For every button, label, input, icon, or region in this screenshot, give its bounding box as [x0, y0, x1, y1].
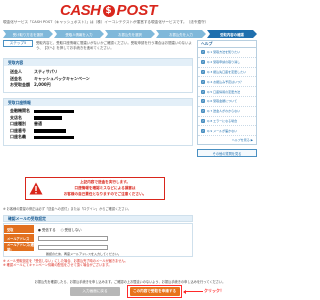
bank-info-panel: 受取口座情報 金融機関名 支店名 口座種別 普通 口座番号 口座名義 — [3, 98, 193, 146]
email-settings-heading: 確認メールの受取設定 — [3, 215, 193, 222]
receipt-details-panel: 受取内容 送金人 スティサパリ 送金名 キャッシュバックキャンペーン お受取金額… — [3, 58, 193, 93]
logo-dollar-icon: $ — [102, 4, 115, 17]
email-confirm-input[interactable] — [38, 244, 108, 250]
redacted-value — [34, 109, 74, 113]
detail-label: 送金人 — [10, 69, 22, 75]
guide-text: 受取内容と、受取口座情報に間違いがないかご確認ください。受取申請を行う場合はお間… — [36, 41, 192, 50]
warning-icon — [26, 178, 46, 199]
question-icon: ? — [201, 118, 205, 123]
red-note-2: ※ 確認メールにてキャンペーン情報の配信をさせて頂く場合がございます。 — [3, 263, 112, 268]
warning-line-1: 上記内容で送金を実行します。 — [80, 180, 130, 185]
warning-box: 上記内容で送金を実行します。 口座情報を確認ミスなどによる損害は お客様の自己責… — [25, 177, 165, 200]
other-questions-button[interactable]: その他の質問を見る — [197, 149, 257, 158]
next-button-highlight: この内容で受取を申請する — [127, 285, 182, 298]
question-icon: ? — [201, 79, 205, 84]
receive-option-yes[interactable]: ● 受信する — [38, 227, 56, 232]
receive-option-yes-label: 受信する — [42, 227, 56, 232]
red-notes: ※ メール受取設定を「受信しない」にした場合、お振込完了時のメールが届きません。… — [3, 259, 193, 267]
detail-label: 送金名 — [10, 75, 22, 81]
redacted-value — [34, 129, 66, 133]
help-item[interactable]: ? Q.4 お振込み予定はいつ？ — [198, 77, 256, 88]
question-icon: ? — [201, 60, 205, 65]
detail-value: 2,000円 — [34, 82, 51, 88]
help-item[interactable]: ? Q.9 メールが届かない — [198, 126, 256, 137]
back-to-input-button[interactable]: 入力画面に戻る — [70, 287, 120, 296]
click-annotation: クリック！ — [204, 288, 224, 293]
step-4: お振込先を入力 — [156, 30, 206, 38]
logo-brand-right: POST — [116, 2, 158, 19]
question-icon: ? — [201, 50, 205, 55]
bank-info-heading: 受取口座情報 — [4, 99, 192, 106]
receive-label: 受取 — [4, 225, 34, 233]
question-icon: ? — [201, 89, 205, 94]
step-5-current: 受取内容の確認 — [207, 30, 257, 38]
receive-option-no[interactable]: ○ 受信しない — [61, 227, 82, 232]
bank-label: 口座名義 — [10, 134, 26, 140]
intro-text: 現金化サービス「CASH POST（キャッシュポスト）」は（株）イーコンテクスト… — [3, 20, 209, 24]
detail-label: お受取金額 — [10, 82, 30, 88]
redacted-value — [34, 116, 62, 120]
warning-text: 上記内容で送金を実行します。 口座情報を確認ミスなどによる損害は お客様の自己責… — [46, 178, 164, 199]
help-item-label: Q.4 お振込み予定はいつ？ — [207, 79, 244, 84]
bank-label: 金融機関名 — [10, 108, 30, 114]
email-label: メールアドレス — [4, 234, 34, 242]
detail-value: キャッシュバックキャンペーン — [34, 75, 90, 81]
help-item-label: Q.1 受取方法を知りたい — [207, 50, 241, 55]
email-confirm-row: メールアドレス(確認) — [4, 243, 194, 252]
help-item-label: Q.7 送金人がわからない — [207, 109, 241, 114]
bottom-note: お振込先を確認したら、お振込手続きを申し込みます。ご確認の上お間違いのないよう、… — [34, 280, 226, 284]
bank-label: 口座種別 — [10, 121, 26, 127]
help-item[interactable]: ? Q.8 エラーになる場合 — [198, 117, 256, 127]
step-1: 受け取り方法を選択 — [3, 30, 53, 38]
question-icon: ? — [201, 99, 205, 104]
help-box: ヘルプ ? Q.1 受取方法を知りたい ? Q.2 受取申請の取り消し ? Q.3 振… — [197, 40, 257, 146]
redacted-value — [34, 135, 74, 139]
receive-option-no-label: 受信しない — [64, 227, 82, 232]
help-item[interactable]: ? Q.6 受取金額について — [198, 97, 256, 107]
warning-line-3: お客様の自己責任となりますのでご注意ください。 — [63, 191, 147, 196]
detail-value: スティサパリ — [34, 69, 58, 75]
help-heading: ヘルプ — [198, 41, 256, 48]
question-icon: ? — [201, 109, 205, 114]
help-item-label: Q.3 振込先口座を変更したい — [207, 69, 247, 74]
help-item[interactable]: ? Q.7 送金人がわからない — [198, 107, 256, 117]
help-item-label: Q.8 エラーになる場合 — [207, 118, 238, 123]
logo-brand-left: CASH — [60, 2, 101, 19]
warning-line-2: 口座情報を確認ミスなどによる損害は — [74, 186, 136, 190]
step-tag: ステップ5 — [3, 40, 33, 47]
bank-label: 口座番号 — [10, 127, 26, 133]
email-confirm-label: メールアドレス(確認) — [4, 243, 34, 252]
help-item[interactable]: ? Q.2 受取申請の取り消し — [198, 58, 256, 68]
help-item-label: Q.5 口座情報の変更方法 — [207, 89, 241, 94]
bank-value: 普通 — [34, 121, 42, 127]
help-item-label: Q.9 メールが届かない — [207, 128, 238, 133]
click-arrow-icon — [183, 289, 203, 294]
help-item[interactable]: ? Q.1 受取方法を知りたい — [198, 48, 256, 58]
email-input[interactable] — [38, 235, 108, 241]
help-item[interactable]: ? Q.3 振込先口座を変更したい — [198, 68, 256, 78]
email-confirm-hint: 確認のため、再度メールアドレスを入力してください。 — [46, 252, 121, 256]
step-3: お振込先を選択 — [105, 30, 155, 38]
cashpost-logo: CASH $ POST — [60, 2, 157, 19]
help-more-link[interactable]: ヘルプを見る ▶ — [198, 136, 256, 144]
help-item-label: Q.2 受取申請の取り消し — [207, 60, 241, 65]
help-sidebar: ヘルプ ? Q.1 受取方法を知りたい ? Q.2 受取申請の取り消し ? Q.3 振… — [197, 40, 257, 158]
receive-row: 受取 ● 受信する ○ 受信しない — [4, 225, 194, 233]
email-settings-form: 受取 ● 受信する ○ 受信しない メールアドレス メールアドレス(確認) 確認… — [3, 223, 193, 257]
question-icon: ? — [201, 128, 205, 133]
question-icon: ? — [201, 69, 205, 74]
step-2: 受取人情報を入力 — [54, 30, 104, 38]
receipt-details-heading: 受取内容 — [4, 59, 192, 66]
help-item[interactable]: ? Q.5 口座情報の変更方法 — [198, 87, 256, 97]
email-row: メールアドレス — [4, 234, 194, 242]
receive-radio-group: ● 受信する ○ 受信しない — [34, 227, 82, 232]
submit-receipt-button[interactable]: この内容で受取を申請する — [129, 287, 180, 296]
help-item-label: Q.6 受取金額について — [207, 99, 238, 104]
progress-steps: 受け取り方法を選択 受取人情報を入力 お振込先を選択 お振込先を入力 受取内容の… — [3, 30, 257, 38]
confirmation-note: ※ お客様の要望の修正は必ず「送金への送付」または「ログイン」からご確認ください… — [3, 207, 131, 211]
bank-label: 支店名 — [10, 114, 22, 120]
